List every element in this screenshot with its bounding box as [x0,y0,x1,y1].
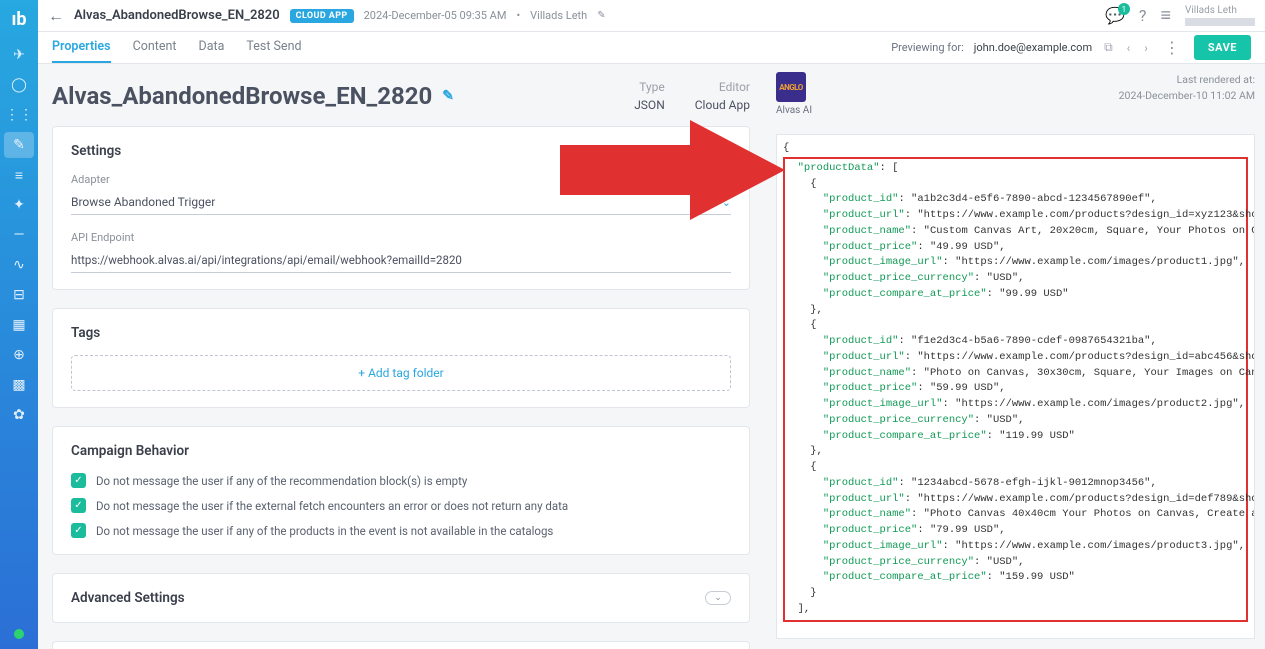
app-logo[interactable]: ıb [4,4,34,34]
preview-logo-name: Alvas AI [776,105,812,116]
rail-item-send-icon[interactable]: ✈ [4,42,34,68]
menu-icon[interactable]: ≡ [1160,5,1171,26]
rail-item-qr-icon[interactable]: ▩ [4,372,34,398]
checkbox-checked-icon: ✓ [71,473,86,488]
header-edit-icon[interactable]: ✎ [597,10,605,21]
tab-properties[interactable]: Properties [52,32,111,63]
user-bar [1185,18,1255,26]
adapter-value: Browse Abandoned Trigger [71,195,215,209]
rail-item-globe-icon[interactable]: ⊕ [4,342,34,368]
behavior-check-1-label: Do not message the user if any of the re… [96,474,467,488]
header-timestamp: 2024-December-05 09:35 AM [364,9,507,22]
cloud-app-badge: CLOUD APP [290,9,354,23]
type-label: Type [634,80,665,94]
add-tag-button[interactable]: + Add tag folder [71,355,731,391]
left-nav-rail: ıb ✈ ◯ ⋮⋮ ✎ ≡ ✦ — ∿ ⊟ ▦ ⊕ ▩ ✿ [0,0,38,649]
back-arrow-icon[interactable]: ← [48,6,64,26]
more-icon[interactable]: ⋮ [1160,38,1184,57]
chevron-down-icon: ⌄ [722,196,731,209]
rail-item-edit-icon[interactable]: ✎ [4,132,34,158]
user-profile[interactable]: Villads Leth [1185,5,1255,26]
preview-panel: ANGLO Alvas AI Last rendered at: 2024-De… [770,64,1255,649]
behavior-check-3[interactable]: ✓ Do not message the user if any of the p… [71,523,731,538]
previewing-label: Previewing for: [891,41,964,54]
tab-content[interactable]: Content [133,32,177,63]
json-preview[interactable]: { "productData": [ { "product_id": "a1b2… [776,134,1255,639]
external-link-icon[interactable]: ⧉ [1102,40,1115,55]
rail-item-chart-icon[interactable]: ∿ [4,252,34,278]
rail-item-circle-icon[interactable]: ◯ [4,72,34,98]
behavior-check-2[interactable]: ✓ Do not message the user if the external… [71,498,731,513]
edit-title-icon[interactable]: ✎ [442,88,454,104]
settings-card: Settings Adapter Browse Abandoned Trigge… [52,126,750,290]
user-name: Villads Leth [1185,5,1255,16]
json-preview-content: { "productData": [ { "product_id": "a1b2… [783,141,1248,639]
status-dot-icon [14,629,24,639]
tab-bar: Properties Content Data Test Send Previe… [38,32,1265,64]
top-header: ← Alvas_AbandonedBrowse_EN_2820 CLOUD AP… [38,0,1265,32]
api-endpoint-label: API Endpoint [71,231,731,244]
header-author: Villads Leth [530,9,587,22]
checkbox-checked-icon: ✓ [71,498,86,513]
chat-icon[interactable]: 💬1 [1105,6,1125,25]
document-title: Alvas_AbandonedBrowse_EN_2820 [74,8,280,23]
behavior-check-2-label: Do not message the user if the external … [96,499,568,513]
prev-icon[interactable]: ‹ [1125,41,1133,55]
tab-test-send[interactable]: Test Send [246,32,301,63]
editor-value: Cloud App [695,98,750,112]
rail-item-sliders-icon[interactable]: ≡ [4,162,34,188]
behavior-check-1[interactable]: ✓ Do not message the user if any of the r… [71,473,731,488]
rail-item-minus-icon[interactable]: ⊟ [4,282,34,308]
campaign-behavior-heading: Campaign Behavior [71,443,731,459]
chat-badge: 1 [1118,3,1130,15]
rail-item-grid-icon[interactable]: ▦ [4,312,34,338]
page-title: Alvas_AbandonedBrowse_EN_2820 ✎ [52,82,454,110]
next-icon[interactable]: › [1142,41,1150,55]
rail-item-gear-icon[interactable]: ✿ [4,402,34,428]
campaign-behavior-card: Campaign Behavior ✓ Do not message the us… [52,426,750,555]
title-bar: Alvas_AbandonedBrowse_EN_2820 ✎ Type JSO… [52,80,750,112]
advanced-settings-card: Advanced Settings ⌄ [52,573,750,623]
collapse-toggle-icon[interactable]: ⌄ [705,591,731,605]
adapter-label: Adapter [71,173,731,186]
adapter-select[interactable]: Browse Abandoned Trigger ⌄ [71,190,731,215]
previewing-value[interactable]: john.doe@example.com [974,41,1092,54]
api-endpoint-field[interactable]: https://webhook.alvas.ai/api/integration… [71,248,731,273]
header-separator: • [516,9,520,22]
last-rendered-value: 2024-December-10 11:02 AM [1119,88,1255,104]
extra-card [52,641,750,649]
rail-item-users-icon[interactable]: ⋮⋮ [4,102,34,128]
editor-label: Editor [695,80,750,94]
advanced-settings-heading: Advanced Settings [71,590,185,606]
properties-panel: Alvas_AbandonedBrowse_EN_2820 ✎ Type JSO… [38,64,770,649]
settings-heading: Settings [71,143,731,159]
last-rendered-label: Last rendered at: [1119,72,1255,88]
preview-logo: ANGLO [776,72,806,102]
save-button[interactable]: SAVE [1194,35,1251,60]
tab-data[interactable]: Data [198,32,224,63]
tags-card: Tags + Add tag folder [52,308,750,408]
help-icon[interactable]: ? [1139,6,1147,25]
rail-item-divider: — [4,222,34,248]
type-value: JSON [634,98,665,112]
behavior-check-3-label: Do not message the user if any of the pr… [96,524,553,538]
page-title-text: Alvas_AbandonedBrowse_EN_2820 [52,82,432,110]
rail-item-sparkle-icon[interactable]: ✦ [4,192,34,218]
tags-heading: Tags [71,325,731,341]
checkbox-checked-icon: ✓ [71,523,86,538]
